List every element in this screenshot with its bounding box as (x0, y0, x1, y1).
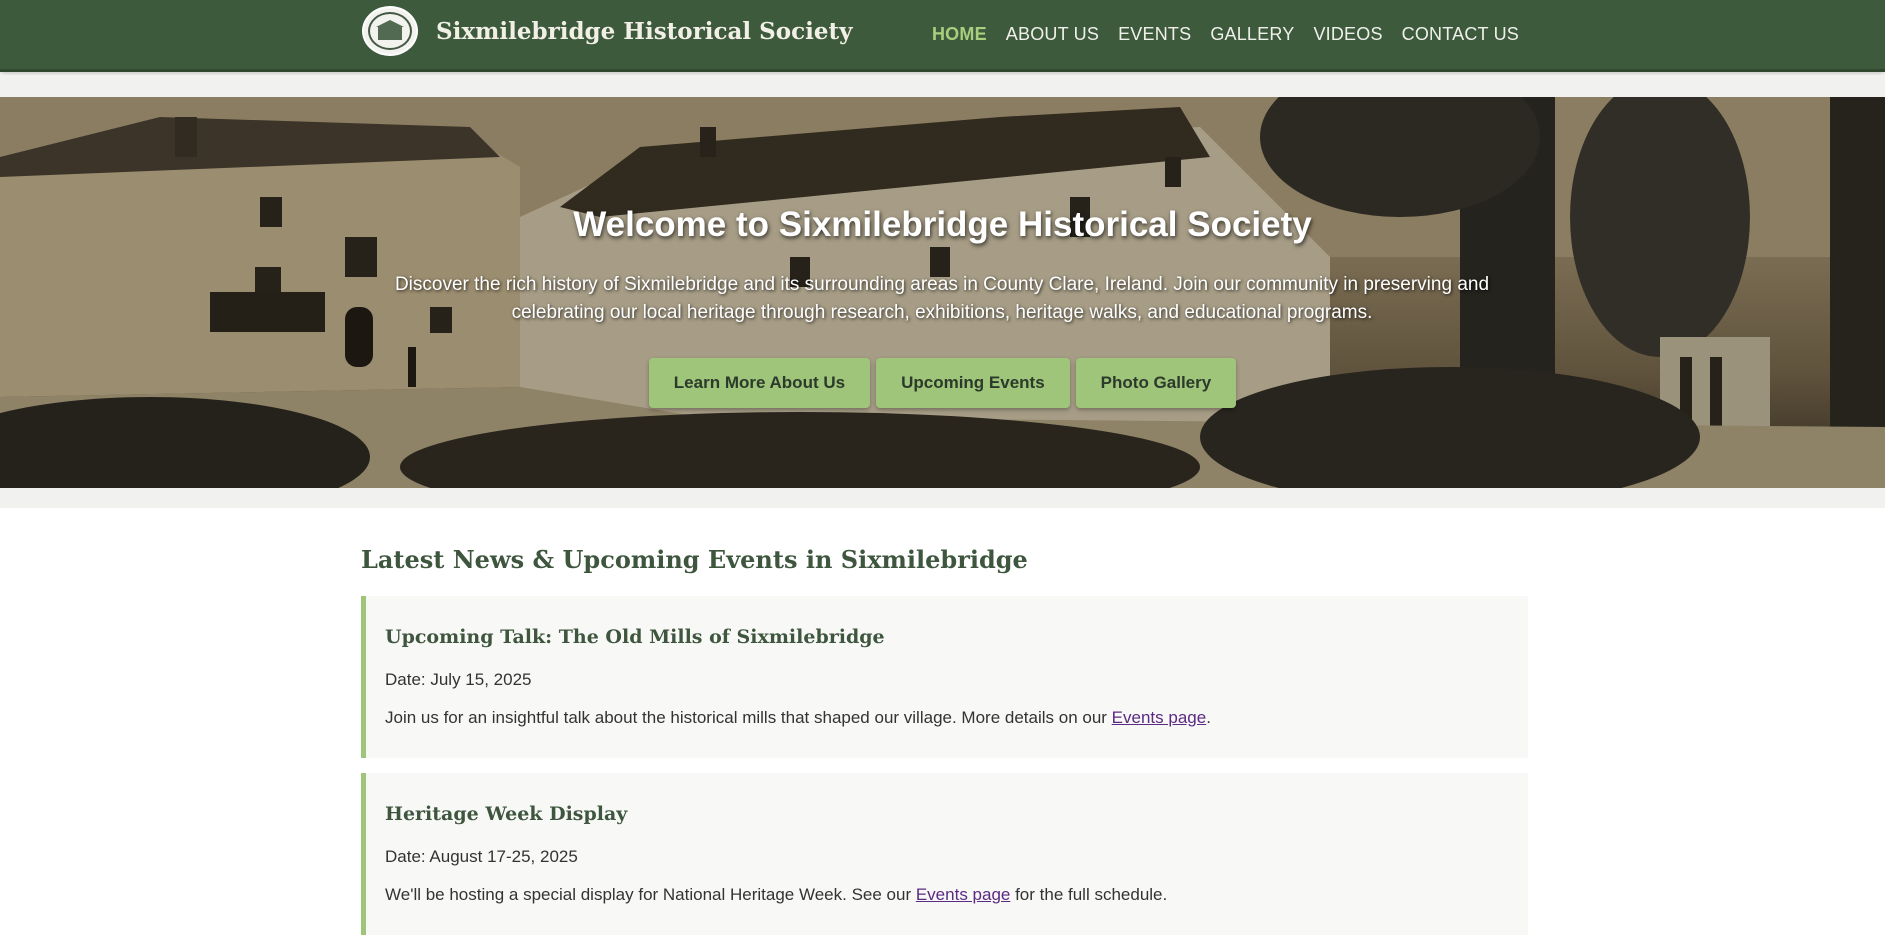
news-section: Latest News & Upcoming Events in Sixmile… (361, 545, 1528, 950)
news-card: Upcoming Talk: The Old Mills of Sixmileb… (361, 596, 1528, 758)
nav-home[interactable]: HOME (932, 24, 987, 45)
news-card-title: Upcoming Talk: The Old Mills of Sixmileb… (385, 626, 885, 648)
hero-button-group: Learn More About Us Upcoming Events Phot… (0, 358, 1885, 408)
logo-link[interactable]: Sixmilebridge Historical Society (362, 6, 852, 56)
nav-gallery[interactable]: GALLERY (1210, 24, 1294, 45)
events-page-link[interactable]: Events page (1112, 708, 1207, 727)
nav-about-us[interactable]: ABOUT US (1006, 24, 1099, 45)
main-nav: HOME ABOUT US EVENTS GALLERY VIDEOS CONT… (932, 24, 1519, 45)
society-seal-icon (362, 6, 418, 56)
photo-gallery-button[interactable]: Photo Gallery (1075, 358, 1237, 408)
hero-title: Welcome to Sixmilebridge Historical Soci… (573, 205, 1312, 244)
news-card-title: Heritage Week Display (385, 803, 628, 825)
learn-more-button[interactable]: Learn More About Us (648, 358, 871, 408)
news-card-date: Date: July 15, 2025 (385, 670, 532, 689)
hero-banner: Welcome to Sixmilebridge Historical Soci… (0, 97, 1885, 488)
events-page-link[interactable]: Events page (916, 885, 1011, 904)
nav-events[interactable]: EVENTS (1118, 24, 1191, 45)
nav-videos[interactable]: VIDEOS (1313, 24, 1382, 45)
site-title[interactable]: Sixmilebridge Historical Society (436, 18, 852, 45)
news-card-date: Date: August 17-25, 2025 (385, 847, 578, 866)
site-header: Sixmilebridge Historical Society HOME AB… (0, 0, 1885, 72)
hero-spacer (0, 488, 1885, 508)
news-card-description: Join us for an insightful talk about the… (385, 708, 1211, 727)
nav-contact-us[interactable]: CONTACT US (1402, 24, 1519, 45)
header-spacer (0, 75, 1885, 97)
upcoming-events-button[interactable]: Upcoming Events (876, 358, 1070, 408)
news-card: Heritage Week Display Date: August 17-25… (361, 773, 1528, 935)
news-card-description: We'll be hosting a special display for N… (385, 885, 1168, 904)
hero-description: Discover the rich history of Sixmilebrid… (394, 274, 1490, 323)
section-title: Latest News & Upcoming Events in Sixmile… (361, 545, 1028, 574)
